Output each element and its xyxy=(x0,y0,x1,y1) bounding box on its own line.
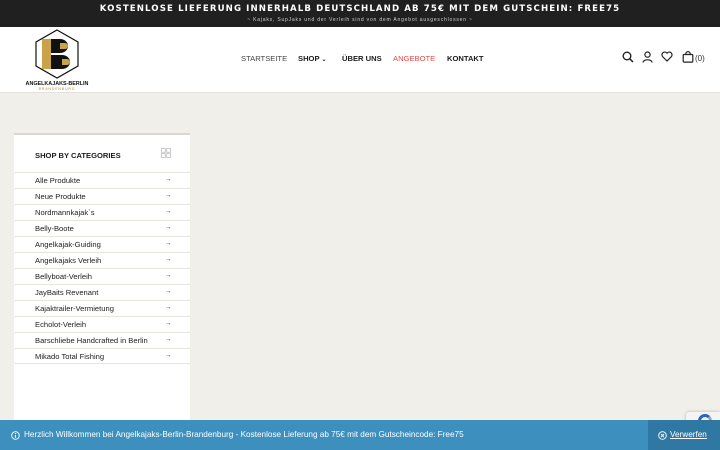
site-header: ANGELKAJAKS-BERLIN BRANDENBURG STARTSEIT… xyxy=(0,27,720,93)
category-label: Bellyboat-Verleih xyxy=(35,272,92,281)
heart-icon[interactable] xyxy=(661,51,673,62)
category-echolot-verleih[interactable]: Echolot-Verleih → xyxy=(14,316,190,332)
logo-mark-icon xyxy=(35,29,79,79)
category-label: Barschliebe Handcrafted in Berlin xyxy=(35,336,148,345)
dismiss-label: Verwerfen xyxy=(670,430,707,439)
search-icon[interactable] xyxy=(622,51,634,63)
arrow-right-icon: → xyxy=(165,288,172,295)
category-neue-produkte[interactable]: Neue Produkte → xyxy=(14,188,190,204)
arrow-right-icon: → xyxy=(165,208,172,215)
arrow-right-icon: → xyxy=(165,240,172,247)
arrow-right-icon: → xyxy=(165,224,172,231)
nav-startseite[interactable]: STARTSEITE xyxy=(241,54,287,63)
category-list: Alle Produkte → Neue Produkte → Nordmannka… xyxy=(14,172,190,364)
arrow-right-icon: → xyxy=(165,320,172,327)
category-angelkajak-guiding[interactable]: Angelkajak-Guiding → xyxy=(14,236,190,252)
category-label: Mikado Total Fishing xyxy=(35,352,105,361)
nav-kontakt[interactable]: KONTAKT xyxy=(447,54,484,63)
close-icon xyxy=(658,431,667,440)
category-label: Alle Produkte xyxy=(35,176,81,185)
category-mikado-total-fishing[interactable]: Mikado Total Fishing → xyxy=(14,348,190,364)
category-label: Angelkajaks Verleih xyxy=(35,256,102,265)
category-label: Echolot-Verleih xyxy=(35,320,87,329)
category-jaybaits-revenant[interactable]: JayBaits Revenant → xyxy=(14,284,190,300)
category-bellyboat-verleih[interactable]: Bellyboat-Verleih → xyxy=(14,268,190,284)
category-kajaktrailer-vermietung[interactable]: Kajaktrailer-Vermietung → xyxy=(14,300,190,316)
sidebar-title: SHOP BY CATEGORIES xyxy=(35,151,121,160)
info-icon xyxy=(11,431,20,440)
grid-icon xyxy=(161,148,171,158)
user-icon[interactable] xyxy=(642,51,653,63)
announcement-subline: ~ Kajaks, SupJaks und der Verleih sind v… xyxy=(247,17,473,23)
category-sidebar: SHOP BY CATEGORIES Alle Produkte → Neue P… xyxy=(14,133,190,430)
announcement-bar: KOSTENLOSE LIEFERUNG INNERHALB DEUTSCHLA… xyxy=(0,0,720,27)
arrow-right-icon: → xyxy=(165,176,172,183)
category-barschliebe[interactable]: Barschliebe Handcrafted in Berlin → xyxy=(14,332,190,348)
category-label: Kajaktrailer-Vermietung xyxy=(35,304,114,313)
cart-count[interactable]: (0) xyxy=(695,54,705,63)
arrow-right-icon: → xyxy=(165,192,172,199)
category-label: JayBaits Revenant xyxy=(35,288,99,297)
site-logo[interactable]: ANGELKAJAKS-BERLIN BRANDENBURG xyxy=(22,29,92,91)
category-label: Neue Produkte xyxy=(35,192,86,201)
nav-angebote[interactable]: ANGEBOTE xyxy=(393,54,435,63)
chevron-down-icon: ⌄ xyxy=(321,57,327,63)
arrow-right-icon: → xyxy=(165,352,172,359)
nav-ueber-uns[interactable]: ÜBER UNS xyxy=(342,54,382,63)
arrow-right-icon: → xyxy=(165,256,172,263)
nav-shop[interactable]: SHOP ⌄ xyxy=(298,54,327,63)
dismiss-button[interactable]: Verwerfen xyxy=(648,420,720,450)
arrow-right-icon: → xyxy=(165,336,172,343)
store-notice-bar: Herzlich Willkommen bei Angelkajaks-Berl… xyxy=(0,420,720,450)
announcement-headline: KOSTENLOSE LIEFERUNG INNERHALB DEUTSCHLA… xyxy=(99,4,621,14)
arrow-right-icon: → xyxy=(165,304,172,311)
store-notice-message: Herzlich Willkommen bei Angelkajaks-Berl… xyxy=(24,430,464,439)
category-angelkajaks-verleih[interactable]: Angelkajaks Verleih → xyxy=(14,252,190,268)
category-nordmannkajaks[interactable]: Nordmannkajak`s → xyxy=(14,204,190,220)
category-label: Belly-Boote xyxy=(35,224,74,233)
category-belly-boote[interactable]: Belly-Boote → xyxy=(14,220,190,236)
nav-shop-label: SHOP xyxy=(298,54,320,63)
category-label: Angelkajak-Guiding xyxy=(35,240,101,249)
cart-icon[interactable] xyxy=(682,51,694,63)
logo-sub-text: BRANDENBURG xyxy=(38,87,76,91)
arrow-right-icon: → xyxy=(165,272,172,279)
category-label: Nordmannkajak`s xyxy=(35,208,95,217)
category-alle-produkte[interactable]: Alle Produkte → xyxy=(14,172,190,188)
